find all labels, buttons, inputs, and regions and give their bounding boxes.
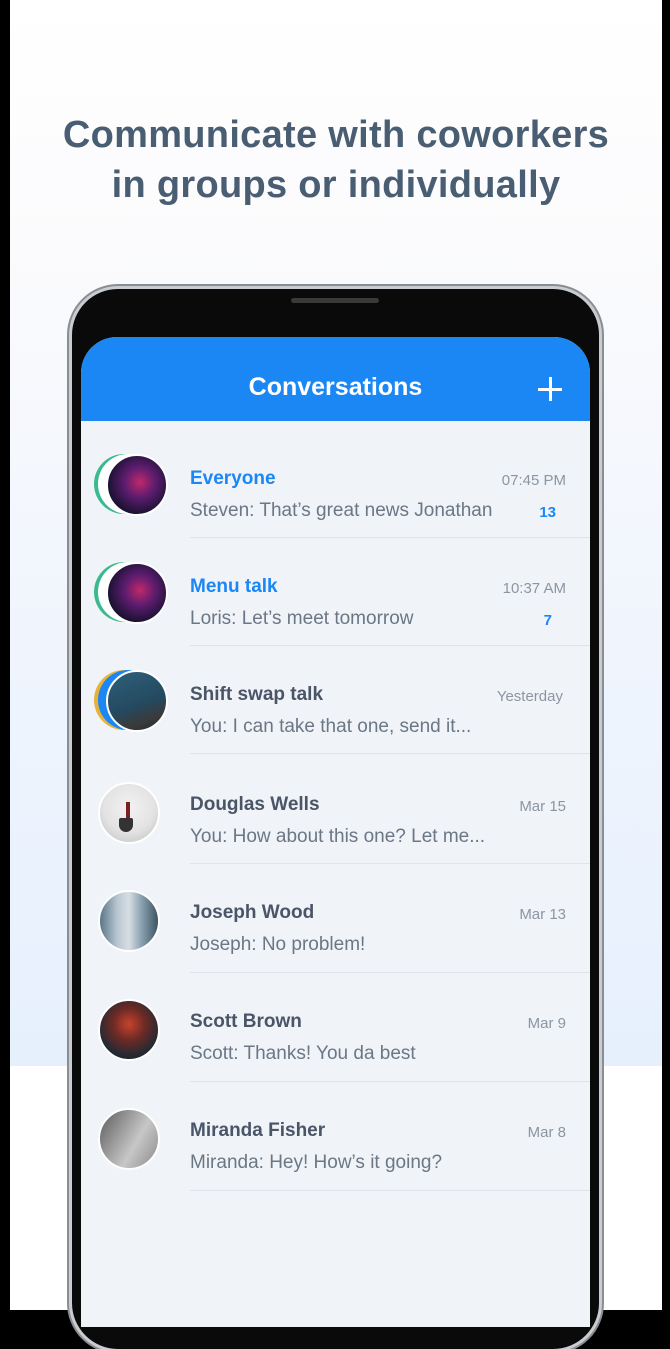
conversation-preview: You: I can take that one, send it... [190,716,472,737]
person-avatar [94,1108,166,1172]
conversation-name: Shift swap talk [190,684,324,705]
conversation-name: Scott Brown [190,1011,302,1032]
conversation-time: 10:37 AM [502,580,566,597]
conversation-time: Yesterday [496,688,563,705]
screen-title: Conversations [248,373,423,401]
conversation-time: Mar 15 [519,798,566,815]
person-avatar [94,999,166,1063]
conversation-name: Everyone [190,468,276,489]
unread-count-badge: 7 [543,612,552,629]
conversation-row-everyone[interactable]: Everyone 07:45 PM Steven: That’s great n… [81,430,590,538]
side-button-right [599,476,603,546]
conversation-name: Douglas Wells [190,794,320,815]
conversation-time: 07:45 PM [501,472,566,489]
app-screen: Conversations Everyone 07:45 PM Steven: … [81,337,590,1327]
group-avatar [94,670,168,734]
headline-line-1: Communicate with coworkers [62,114,610,156]
conversation-time: Mar 8 [527,1124,566,1141]
conversation-name: Joseph Wood [190,902,315,923]
conversation-preview: Scott: Thanks! You da best [190,1043,416,1064]
conversation-preview: You: How about this one? Let me... [190,826,486,847]
conversation-time: Mar 9 [527,1015,566,1032]
conversation-row-menu-talk[interactable]: Menu talk 10:37 AM Loris: Let’s meet tom… [81,538,590,646]
conversation-row-scott-brown[interactable]: Scott Brown Mar 9 Scott: Thanks! You da … [81,973,590,1082]
phone-speaker [291,298,379,303]
row-divider [190,1190,590,1191]
conversation-preview: Steven: That’s great news Jonathan [190,500,493,521]
group-avatar [94,562,168,626]
conversation-time: Mar 13 [519,906,566,923]
group-avatar [94,454,168,518]
conversation-preview: Joseph: No problem! [190,934,366,955]
conversation-list: Everyone 07:45 PM Steven: That’s great n… [81,430,590,1191]
conversation-row-joseph-wood[interactable]: Joseph Wood Mar 13 Joseph: No problem! [81,864,590,973]
conversation-name: Menu talk [190,576,278,597]
conversation-name: Miranda Fisher [190,1120,326,1141]
conversation-preview: Miranda: Hey! How’s it going? [190,1152,443,1173]
person-avatar [94,782,166,846]
headline: Communicate with coworkers in groups or … [10,110,662,210]
headline-line-2: in groups or individually [111,164,561,206]
conversation-row-shift-swap-talk[interactable]: Shift swap talk Yesterday You: I can tak… [81,646,590,754]
conversation-row-miranda-fisher[interactable]: Miranda Fisher Mar 8 Miranda: Hey! How’s… [81,1082,590,1191]
app-bar: Conversations [81,337,590,421]
unread-count-badge: 13 [539,504,556,521]
person-avatar [94,890,166,954]
conversation-preview: Loris: Let’s meet tomorrow [190,608,414,629]
new-conversation-plus-icon[interactable] [536,375,564,403]
conversation-row-douglas-wells[interactable]: Douglas Wells Mar 15 You: How about this… [81,754,590,864]
